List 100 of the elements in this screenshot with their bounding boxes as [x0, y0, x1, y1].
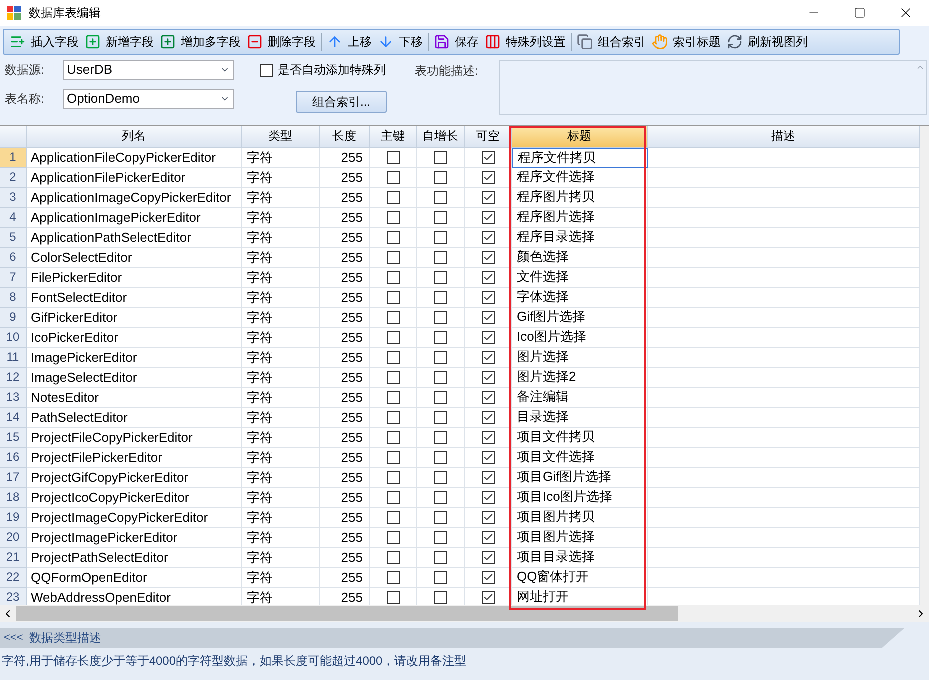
column-header[interactable]: 自增长 [417, 126, 465, 148]
checkbox[interactable] [482, 211, 494, 224]
checkbox[interactable] [434, 331, 447, 344]
column-header[interactable]: 列名 [27, 126, 242, 148]
checkbox[interactable] [434, 451, 447, 464]
checkbox[interactable] [434, 371, 447, 384]
column-header[interactable]: 长度 [320, 126, 370, 148]
checkbox[interactable] [482, 391, 494, 404]
checkbox[interactable] [434, 191, 447, 204]
checkbox[interactable] [482, 251, 494, 264]
toolbar-button[interactable]: 刷新视图列 [724, 31, 811, 53]
checkbox[interactable] [482, 291, 494, 304]
checkbox[interactable] [386, 251, 400, 264]
table-dropdown[interactable]: OptionDemo [63, 89, 234, 109]
toolbar-button[interactable]: 特殊列设置 [482, 31, 569, 53]
checkbox[interactable] [482, 151, 494, 164]
checkbox[interactable] [386, 191, 400, 204]
toolbar-button[interactable]: 插入字段 [7, 31, 82, 53]
table-cell[interactable]: 程序文件拷贝 [512, 148, 648, 168]
vertical-scrollbar[interactable] [920, 126, 929, 605]
checkbox[interactable] [482, 491, 494, 504]
checkbox[interactable] [434, 391, 447, 404]
checkbox[interactable] [482, 431, 494, 444]
checkbox[interactable] [434, 291, 447, 304]
horizontal-scrollbar[interactable] [0, 605, 929, 622]
row-header[interactable]: 10 [0, 328, 27, 348]
toolbar-button[interactable]: 索引标题 [649, 31, 724, 53]
checkbox[interactable] [482, 531, 494, 544]
row-header[interactable]: 2 [0, 168, 27, 188]
checkbox[interactable] [386, 391, 400, 404]
row-header[interactable]: 7 [0, 268, 27, 288]
toolbar-button[interactable]: 增加多字段 [157, 31, 244, 53]
checkbox[interactable] [386, 211, 400, 224]
checkbox[interactable] [386, 271, 400, 284]
checkbox[interactable] [386, 411, 400, 424]
toolbar-button[interactable]: 组合索引 [574, 31, 649, 53]
checkbox[interactable] [482, 311, 494, 324]
checkbox[interactable] [434, 151, 447, 164]
description-field[interactable] [499, 60, 927, 115]
collapse-button[interactable]: <<< [4, 630, 24, 646]
checkbox[interactable] [434, 511, 447, 524]
column-header[interactable]: 描述 [648, 126, 920, 148]
checkbox[interactable] [386, 291, 400, 304]
checkbox[interactable] [434, 231, 447, 244]
row-header[interactable]: 9 [0, 308, 27, 328]
checkbox[interactable] [434, 431, 447, 444]
column-header[interactable]: 标题 [512, 126, 648, 148]
checkbox[interactable] [482, 411, 494, 424]
checkbox[interactable] [434, 591, 447, 604]
checkbox[interactable] [386, 231, 400, 244]
row-header[interactable]: 20 [0, 528, 27, 548]
auto-special-checkbox[interactable]: 是否自动添加特殊列 [260, 61, 410, 79]
checkbox[interactable] [386, 491, 400, 504]
checkbox[interactable] [434, 551, 447, 564]
toolbar-button[interactable]: 新增字段 [82, 31, 157, 53]
row-header[interactable]: 14 [0, 408, 27, 428]
checkbox[interactable] [386, 351, 400, 364]
datasource-dropdown[interactable]: UserDB [63, 60, 234, 80]
checkbox[interactable] [386, 151, 400, 164]
row-header[interactable]: 5 [0, 228, 27, 248]
checkbox[interactable] [434, 271, 447, 284]
checkbox[interactable] [434, 571, 447, 584]
checkbox[interactable] [434, 471, 447, 484]
horizontal-scrollbar-thumb[interactable] [16, 606, 678, 621]
checkbox[interactable] [386, 331, 400, 344]
checkbox[interactable] [482, 571, 494, 584]
checkbox[interactable] [482, 351, 494, 364]
checkbox[interactable] [386, 471, 400, 484]
checkbox[interactable] [434, 491, 447, 504]
checkbox[interactable] [386, 431, 400, 444]
toolbar-button[interactable]: 删除字段 [244, 31, 319, 53]
row-header[interactable]: 11 [0, 348, 27, 368]
checkbox[interactable] [482, 191, 494, 204]
maximize-icon[interactable] [854, 7, 866, 19]
checkbox[interactable] [386, 311, 400, 324]
checkbox[interactable] [434, 211, 447, 224]
checkbox[interactable] [482, 171, 494, 184]
checkbox[interactable] [434, 171, 447, 184]
toolbar-button[interactable]: 下移 [375, 31, 426, 53]
combine-index-button[interactable]: 组合索引... [296, 91, 387, 113]
row-header[interactable]: 17 [0, 468, 27, 488]
checkbox[interactable] [434, 351, 447, 364]
checkbox[interactable] [482, 591, 494, 604]
checkbox[interactable] [482, 471, 494, 484]
checkbox[interactable] [482, 331, 494, 344]
checkbox[interactable] [386, 511, 400, 524]
row-header[interactable]: 12 [0, 368, 27, 388]
row-header[interactable]: 21 [0, 548, 27, 568]
checkbox[interactable] [386, 591, 400, 604]
checkbox[interactable] [434, 311, 447, 324]
checkbox[interactable] [482, 551, 494, 564]
row-header[interactable]: 3 [0, 188, 27, 208]
row-header[interactable]: 18 [0, 488, 27, 508]
row-header[interactable]: 6 [0, 248, 27, 268]
column-header[interactable]: 类型 [242, 126, 320, 148]
row-header[interactable]: 4 [0, 208, 27, 228]
checkbox[interactable] [482, 271, 494, 284]
row-header[interactable]: 23 [0, 588, 27, 605]
row-header[interactable]: 16 [0, 448, 27, 468]
checkbox[interactable] [386, 571, 400, 584]
